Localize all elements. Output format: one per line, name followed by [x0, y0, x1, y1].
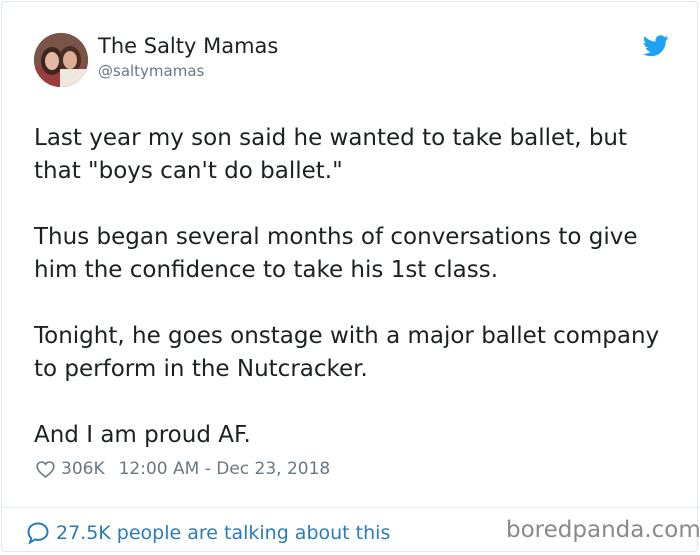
twitter-bird-icon[interactable] [643, 35, 669, 57]
heart-icon[interactable] [36, 460, 55, 479]
conversation-link[interactable]: 27.5K people are talking about this [26, 520, 390, 546]
divider [3, 507, 700, 508]
tweet-paragraph: And I am proud AF. [34, 422, 251, 448]
like-count[interactable]: 306K [61, 459, 105, 479]
tweet-card: The Salty Mamas @saltymamas Last year my… [1, 1, 700, 552]
watermark: boredpanda.com [506, 517, 700, 543]
avatar-photo [34, 33, 88, 87]
conversation-text: 27.5K people are talking about this [56, 522, 391, 544]
tweet-paragraph: Tonight, he goes onstage with a major ba… [34, 323, 660, 382]
tweet-meta: 306K 12:00 AM - Dec 23, 2018 [36, 457, 330, 481]
user-handle[interactable]: @saltymamas [98, 62, 204, 80]
tweet-text: Last year my son said he wanted to take … [34, 122, 674, 485]
display-name[interactable]: The Salty Mamas [98, 34, 278, 58]
tweet-paragraph: Last year my son said he wanted to take … [34, 125, 628, 184]
timestamp[interactable]: 12:00 AM - Dec 23, 2018 [119, 459, 331, 479]
speech-bubble-icon [27, 522, 49, 545]
tweet-paragraph: Thus began several months of conversatio… [34, 224, 638, 283]
avatar[interactable] [34, 33, 88, 87]
